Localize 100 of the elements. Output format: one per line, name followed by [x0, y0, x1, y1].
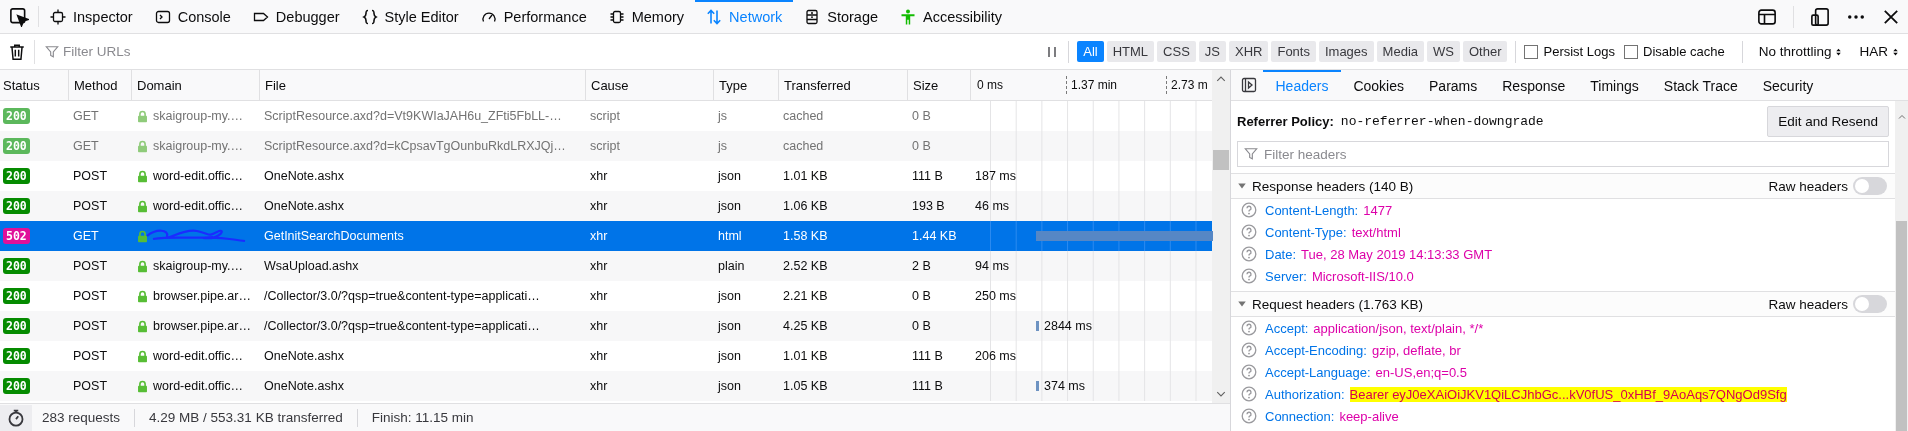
section-title[interactable]: Request headers (1.763 KB) [1252, 296, 1424, 312]
performance-analysis-button[interactable] [0, 404, 32, 431]
help-circle-icon[interactable] [1241, 202, 1257, 218]
type-filter-button[interactable]: CSS [1157, 41, 1196, 62]
checkbox[interactable] [1524, 44, 1539, 59]
help-circle-icon[interactable] [1241, 364, 1257, 380]
toolbox-tab[interactable]: Style Editor [350, 0, 470, 33]
type-cell-text: json [716, 319, 742, 333]
request-row[interactable]: 200 GET skaigroup-my.… ScriptResource.axd?d=kCpsavTgOunbuRkdLRXJQj… script js cached 0 B [0, 131, 1212, 161]
header-value: text/html [1351, 224, 1401, 240]
method-cell-text: POST [72, 319, 109, 333]
method-cell-text: POST [72, 199, 109, 213]
har-menu-button[interactable]: HAR [1851, 44, 1908, 59]
details-tab[interactable]: Timings [1577, 70, 1652, 100]
toolbox-tab[interactable]: Inspector [39, 0, 144, 33]
help-circle-icon[interactable] [1241, 386, 1257, 402]
toolbox-tab[interactable]: Network [695, 0, 794, 33]
header-value: keep-alive [1339, 408, 1399, 424]
request-row[interactable]: 200 POST browser.pipe.ar… /Collector/3.0/?qsp=true&content-type=applicati… xhr json 4.25 KB 0 B 2844 ms [0, 311, 1212, 341]
size-cell-text: 0 B [911, 289, 932, 303]
domain-cell: word-edit.offic… [153, 349, 244, 363]
element-picker-icon[interactable] [9, 6, 29, 27]
toolbox-tab[interactable]: Memory [597, 0, 696, 33]
column-header[interactable]: Transferred [778, 70, 907, 100]
request-row[interactable]: 502 GET GetInitSearchDocuments xhr html 1.58 KB 1.44 KB [0, 221, 1212, 251]
lock-icon [136, 318, 149, 334]
header-name: Accept-Encoding: [1265, 342, 1367, 358]
toolbox-tab[interactable]: Storage [793, 0, 890, 33]
details-tab[interactable]: Cookies [1340, 70, 1417, 100]
disclosure-triangle-icon[interactable] [1237, 181, 1247, 191]
help-circle-icon[interactable] [1241, 408, 1257, 424]
cause-cell-text: xhr [589, 319, 609, 333]
cause-cell-text: xhr [589, 199, 609, 213]
type-filter-button[interactable]: WS [1427, 41, 1460, 62]
column-header[interactable]: Type [713, 70, 778, 100]
toggle-switch[interactable] [1853, 177, 1887, 195]
details-tab[interactable]: Response [1489, 70, 1578, 100]
trash-icon[interactable] [8, 42, 26, 61]
column-header[interactable]: Status [0, 70, 68, 100]
filter-field[interactable]: Filter URLs [39, 38, 1041, 65]
dock-layout-icon[interactable] [1757, 6, 1777, 27]
column-header[interactable]: Domain [131, 70, 259, 100]
request-row[interactable]: 200 POST word-edit.offic… OneNote.ashx xhr json 1.06 KB 193 B 46 ms [0, 191, 1212, 221]
toggle-switch[interactable] [1853, 295, 1887, 313]
request-row[interactable]: 200 POST word-edit.offic… OneNote.ashx xhr json 1.05 KB 111 B 374 ms [0, 371, 1212, 401]
close-icon[interactable] [1882, 7, 1900, 26]
cause-cell-text: xhr [589, 349, 609, 363]
type-filter-button[interactable]: Fonts [1271, 41, 1316, 62]
type-filter-button[interactable]: Media [1376, 41, 1424, 62]
type-filter-button[interactable]: All [1077, 41, 1104, 62]
filter-headers-field[interactable]: Filter headers [1237, 141, 1889, 167]
type-cell-text: json [716, 349, 742, 363]
column-header[interactable]: Cause [585, 70, 713, 100]
lock-icon [136, 228, 149, 244]
chevron-down-icon[interactable] [1215, 389, 1227, 399]
help-circle-icon[interactable] [1241, 268, 1257, 284]
checkbox-label[interactable]: Disable cache [1643, 44, 1725, 59]
transferred-cell-text: cached [782, 139, 825, 153]
checkbox-label[interactable]: Persist Logs [1543, 44, 1616, 59]
details-tab[interactable]: Security [1750, 70, 1826, 100]
details-tab[interactable]: Headers [1263, 70, 1341, 100]
responsive-icon[interactable] [1810, 6, 1830, 27]
column-header[interactable]: Method [68, 70, 131, 100]
toolbox-tab[interactable]: Performance [469, 0, 598, 33]
edit-and-resend-button[interactable]: Edit and Resend [1767, 105, 1889, 137]
timing-label: 94 ms [975, 259, 1010, 273]
toolbox-tab[interactable]: Console [143, 0, 242, 33]
file-cell-text: OneNote.ashx [263, 349, 345, 363]
toolbox-tab[interactable]: Accessibility [889, 0, 1014, 33]
scrollbar[interactable] [1895, 101, 1908, 431]
details-tab[interactable]: Stack Trace [1651, 70, 1751, 100]
column-header[interactable]: Size [907, 70, 970, 100]
column-header[interactable]: File [259, 70, 585, 100]
help-circle-icon[interactable] [1241, 224, 1257, 240]
request-row[interactable]: 200 POST skaigroup-my.… WsaUpload.ashx xhr plain 2.52 KB 2 B 94 ms [0, 251, 1212, 281]
checkbox[interactable] [1624, 44, 1639, 59]
throttling-select[interactable]: No throttling [1750, 44, 1852, 59]
lock-icon [136, 108, 149, 124]
help-circle-icon[interactable] [1241, 320, 1257, 336]
status-badge: 200 [3, 318, 30, 334]
type-filter-button[interactable]: Images [1318, 41, 1374, 62]
header-value: gzip, deflate, br [1371, 342, 1461, 358]
scrollbar-thumb[interactable] [1896, 221, 1907, 431]
type-filter-button[interactable]: HTML [1106, 41, 1155, 62]
disclosure-triangle-icon[interactable] [1237, 299, 1247, 309]
panel-toggle-icon[interactable] [1241, 77, 1257, 93]
type-filter-button[interactable]: XHR [1229, 41, 1269, 62]
scrollbar-thumb[interactable] [1213, 150, 1229, 170]
type-filter-button[interactable]: Other [1462, 41, 1508, 62]
toolbox-tab[interactable]: Debugger [241, 0, 351, 33]
details-tab[interactable]: Params [1416, 70, 1490, 100]
type-filter-button[interactable]: JS [1198, 41, 1226, 62]
transferred-cell-text: 1.01 KB [782, 169, 829, 183]
help-circle-icon[interactable] [1241, 342, 1257, 358]
section-title[interactable]: Response headers (140 B) [1252, 178, 1414, 194]
help-circle-icon[interactable] [1241, 246, 1257, 262]
status-badge: 200 [3, 108, 30, 124]
chevron-up-icon[interactable] [1215, 74, 1227, 84]
scrollbar[interactable] [1212, 70, 1230, 403]
status-badge: 200 [3, 288, 30, 304]
